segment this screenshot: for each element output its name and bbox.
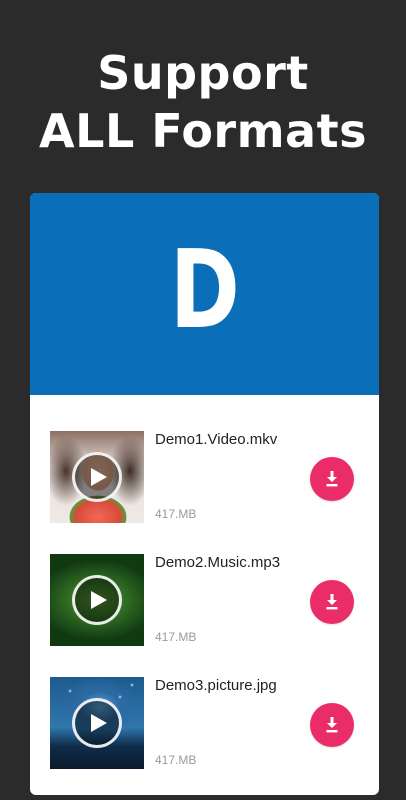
download-icon <box>326 594 338 610</box>
app-banner: D <box>30 193 379 395</box>
list-item[interactable]: Demo1.Video.mkv 417.MB <box>30 431 379 523</box>
banner-letter-logo: D <box>169 228 240 353</box>
video-thumbnail[interactable] <box>50 431 144 523</box>
download-button[interactable] <box>310 703 354 747</box>
file-name: Demo1.Video.mkv <box>155 431 278 448</box>
file-name: Demo3.picture.jpg <box>155 677 277 694</box>
file-card: D Demo1.Video.mkv 417.MB Demo2.Music.mp3… <box>30 193 379 795</box>
picture-thumbnail[interactable] <box>50 677 144 769</box>
headline-line-1: Support <box>97 46 309 100</box>
download-button[interactable] <box>310 580 354 624</box>
play-icon[interactable] <box>72 698 122 748</box>
download-icon <box>326 471 338 487</box>
headline-line-2: ALL Formats <box>39 104 367 158</box>
download-button[interactable] <box>310 457 354 501</box>
file-size: 417.MB <box>155 753 197 767</box>
download-icon <box>326 717 338 733</box>
play-icon[interactable] <box>72 452 122 502</box>
file-size: 417.MB <box>155 507 197 521</box>
file-size: 417.MB <box>155 630 197 644</box>
play-icon[interactable] <box>72 575 122 625</box>
file-name: Demo2.Music.mp3 <box>155 554 281 571</box>
list-item[interactable]: Demo2.Music.mp3 417.MB <box>30 554 379 646</box>
music-thumbnail[interactable] <box>50 554 144 646</box>
list-item[interactable]: Demo3.picture.jpg 417.MB <box>30 677 379 769</box>
promo-headline: Support ALL Formats <box>0 44 406 160</box>
